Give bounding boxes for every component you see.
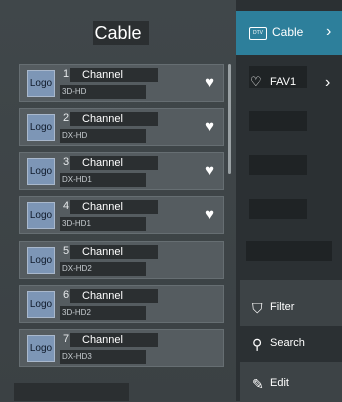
placeholder-block <box>249 199 307 219</box>
channel-number: 4 <box>63 200 70 212</box>
edit-icon: ✎ <box>252 376 264 392</box>
category-label: Cable <box>272 25 304 39</box>
channel-logo: Logo <box>27 247 55 274</box>
channel-logo: Logo <box>27 70 55 97</box>
channel-row-3[interactable]: Logo 3 Channel DX-HD1 ♥ <box>19 152 224 190</box>
channel-number: 7 <box>63 333 70 345</box>
placeholder-block <box>249 155 307 175</box>
channel-row-2[interactable]: Logo 2 Channel DX-HD ♥ <box>19 108 224 146</box>
channel-number: 5 <box>63 245 70 257</box>
channel-name: Channel <box>82 290 123 302</box>
edit-label: Edit <box>270 377 289 389</box>
channel-sub-label: 3D-HD <box>62 87 87 96</box>
channel-logo: Logo <box>27 335 55 362</box>
channel-sub-label: 3D-HD1 <box>62 219 91 228</box>
channel-number: 2 <box>63 112 70 124</box>
favorite-heart-icon: ♥ <box>205 162 214 179</box>
filter-button[interactable]: ⛉ Filter <box>240 290 342 326</box>
filter-icon: ⛉ <box>252 300 263 316</box>
favorite-heart-icon: ♥ <box>205 206 214 223</box>
list-scrollbar[interactable] <box>228 64 231 174</box>
channel-row-7[interactable]: Logo 7 Channel DX-HD3 <box>19 329 224 367</box>
channel-row-5[interactable]: Logo 5 Channel DX-HD2 <box>19 241 224 279</box>
channel-sub-label: DX-HD3 <box>62 352 92 361</box>
chevron-right-icon: › <box>325 74 331 91</box>
channel-number: 1 <box>63 68 70 80</box>
category-cable[interactable]: DTV Cable › <box>236 11 342 55</box>
chevron-right-icon: › <box>326 23 332 40</box>
heart-icon: ♡ <box>250 74 262 89</box>
bottom-bar <box>14 383 129 401</box>
channel-sub-label: DX-HD2 <box>62 264 92 273</box>
channel-name: Channel <box>82 113 123 125</box>
channel-sub-label: DX-HD <box>62 131 88 140</box>
channel-name: Channel <box>82 201 123 213</box>
channel-row-4[interactable]: Logo 4 Channel 3D-HD1 ♥ <box>19 196 224 234</box>
channel-name: Channel <box>82 69 123 81</box>
channel-list-panel: Cable Logo 1 Channel 3D-HD ♥ Logo 2 Chan… <box>0 0 236 401</box>
favorite-heart-icon: ♥ <box>205 74 214 91</box>
favorite-heart-icon: ♥ <box>205 118 214 135</box>
placeholder-block <box>249 111 307 131</box>
channel-logo: Logo <box>27 202 55 229</box>
channel-sub-label: DX-HD1 <box>62 175 92 184</box>
edit-button[interactable]: ✎ Edit <box>240 366 342 402</box>
category-fav1[interactable]: FAV1 <box>270 76 296 88</box>
channel-name: Channel <box>82 157 123 169</box>
placeholder-block <box>246 241 332 261</box>
filter-label: Filter <box>270 301 295 313</box>
channel-row-1[interactable]: Logo 1 Channel 3D-HD ♥ <box>19 64 224 102</box>
channel-row-6[interactable]: Logo 6 Channel 3D-HD2 <box>19 285 224 323</box>
search-icon: ⚲ <box>252 336 263 352</box>
channel-name: Channel <box>82 246 123 258</box>
channel-logo: Logo <box>27 291 55 318</box>
channel-number: 3 <box>63 156 70 168</box>
tv-icon: DTV <box>249 27 267 40</box>
channel-sub-label: 3D-HD2 <box>62 308 91 317</box>
search-label: Search <box>270 337 305 349</box>
sidebar: DTV Cable › ♡ FAV1 › ⛉ Filter ⚲ Search ✎… <box>236 0 342 401</box>
page-title: Cable <box>94 23 142 43</box>
search-button[interactable]: ⚲ Search <box>240 326 342 362</box>
channel-name: Channel <box>82 334 123 346</box>
channel-logo: Logo <box>27 158 55 185</box>
channel-number: 6 <box>63 289 70 301</box>
channel-logo: Logo <box>27 114 55 141</box>
